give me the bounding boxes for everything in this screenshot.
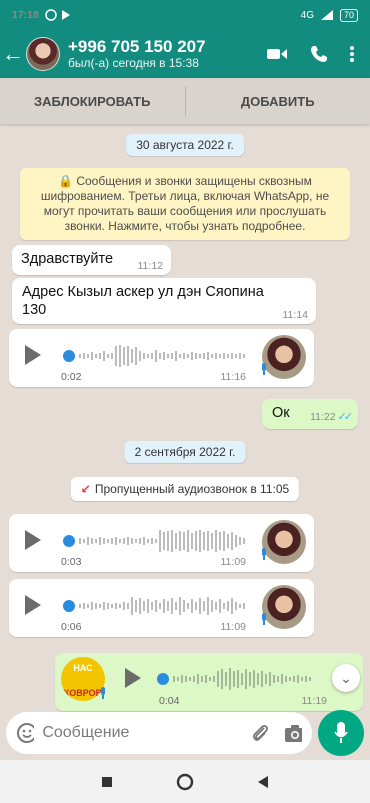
contact-info[interactable]: +996 705 150 207 был(-а) сегодня в 15:38 [68, 37, 266, 70]
play-notification-icon [61, 10, 70, 20]
voice-duration: 0:03 [61, 556, 82, 568]
microphone-icon [262, 363, 266, 375]
battery-level: 70 [339, 8, 358, 22]
contact-avatar[interactable] [26, 37, 60, 71]
incoming-message[interactable]: Здравствуйте 11:12 [12, 245, 171, 275]
attach-icon[interactable] [249, 722, 268, 744]
voice-record-button[interactable] [318, 710, 364, 756]
sender-avatar [262, 585, 306, 629]
missed-call-notice[interactable]: ↙ Пропущенный аудиозвонок в 11:05 [70, 477, 300, 501]
message-text: Адрес Кызыл аскер ул дэн Сяопина 130 [22, 284, 264, 318]
phone-call-icon[interactable] [310, 45, 328, 63]
message-time: 11:22 [310, 411, 336, 423]
date-separator: 2 сентября 2022 г. [124, 441, 246, 463]
video-call-icon[interactable] [266, 46, 288, 62]
voice-duration: 0:06 [61, 621, 82, 633]
back-icon[interactable] [257, 775, 269, 789]
audio-waveform[interactable] [61, 528, 251, 554]
unknown-contact-actions: ЗАБЛОКИРОВАТЬ ДОБАВИТЬ [0, 78, 370, 124]
audio-waveform[interactable] [61, 593, 251, 619]
message-time: 11:19 [301, 695, 328, 707]
play-icon[interactable] [25, 345, 41, 365]
message-text: Ок [272, 405, 290, 421]
message-text: Здравствуйте [21, 251, 114, 267]
block-button[interactable]: ЗАБЛОКИРОВАТЬ [0, 78, 185, 124]
incoming-voice-message[interactable]: 0:02 11:16 [9, 329, 314, 387]
message-time: 11:14 [282, 309, 309, 321]
more-options-icon[interactable] [350, 45, 354, 63]
message-time: 11:09 [220, 621, 247, 633]
incoming-voice-message[interactable]: 0:06 11:09 [9, 579, 314, 637]
missed-call-icon: ↙ [80, 482, 91, 496]
date-separator: 30 августа 2022 г. [126, 134, 244, 156]
system-navigation-bar [0, 760, 370, 803]
emoji-icon[interactable] [16, 722, 35, 744]
message-composer [0, 710, 370, 756]
play-icon[interactable] [125, 668, 141, 688]
camera-icon[interactable] [284, 723, 302, 743]
network-type: 4G [300, 9, 314, 21]
incoming-voice-message[interactable]: 0:03 11:09 [9, 514, 314, 572]
missed-call-text: Пропущенный аудиозвонок в 11:05 [94, 482, 290, 496]
message-input-box [6, 712, 312, 754]
scroll-down-chevron-icon[interactable]: ⌄ [332, 664, 360, 692]
voice-duration: 0:04 [159, 695, 180, 707]
last-seen: был(-а) сегодня в 15:38 [68, 55, 199, 70]
encryption-notice[interactable]: 🔒 Сообщения и звонки защищены сквозным ш… [20, 168, 350, 240]
whatsapp-notification-icon [45, 9, 57, 21]
message-input[interactable] [42, 724, 250, 742]
status-time: 17:18 [12, 9, 39, 21]
incoming-message[interactable]: Адрес Кызыл аскер ул дэн Сяопина 130 11:… [12, 278, 316, 324]
play-icon[interactable] [25, 530, 41, 550]
audio-waveform[interactable] [155, 666, 335, 692]
status-bar: 17:18 4G 70 [0, 0, 370, 30]
chat-header: ← +996 705 150 207 был(-а) сегодня в 15:… [0, 30, 370, 78]
contact-name: +996 705 150 207 [68, 37, 206, 57]
audio-waveform[interactable] [61, 343, 251, 369]
voice-duration: 0:02 [61, 371, 82, 383]
microphone-icon [262, 548, 266, 560]
status-notification-icons [45, 9, 71, 21]
message-time: 11:12 [137, 260, 164, 272]
outgoing-voice-message[interactable]: НАС КОВРОВ 0:04 11:19 [55, 653, 363, 711]
outgoing-message[interactable]: Ок 11:22 ✓✓ [262, 399, 358, 429]
home-icon[interactable] [176, 773, 194, 791]
sender-avatar [262, 520, 306, 564]
message-time: 11:09 [220, 556, 247, 568]
microphone-icon [334, 722, 348, 743]
signal-icon [320, 10, 333, 20]
sender-avatar [262, 335, 306, 379]
add-contact-button[interactable]: ДОБАВИТЬ [186, 78, 370, 124]
back-arrow-icon[interactable]: ← [0, 41, 26, 67]
message-time: 11:16 [220, 371, 247, 383]
play-icon[interactable] [25, 595, 41, 615]
recent-apps-icon[interactable] [101, 776, 113, 788]
read-receipt-icon: ✓✓ [337, 411, 354, 423]
chat-area[interactable]: 30 августа 2022 г. 🔒 Сообщения и звонки … [0, 124, 370, 712]
microphone-icon [262, 613, 266, 625]
microphone-icon [101, 687, 105, 699]
avatar-text-top: НАС [73, 663, 93, 673]
